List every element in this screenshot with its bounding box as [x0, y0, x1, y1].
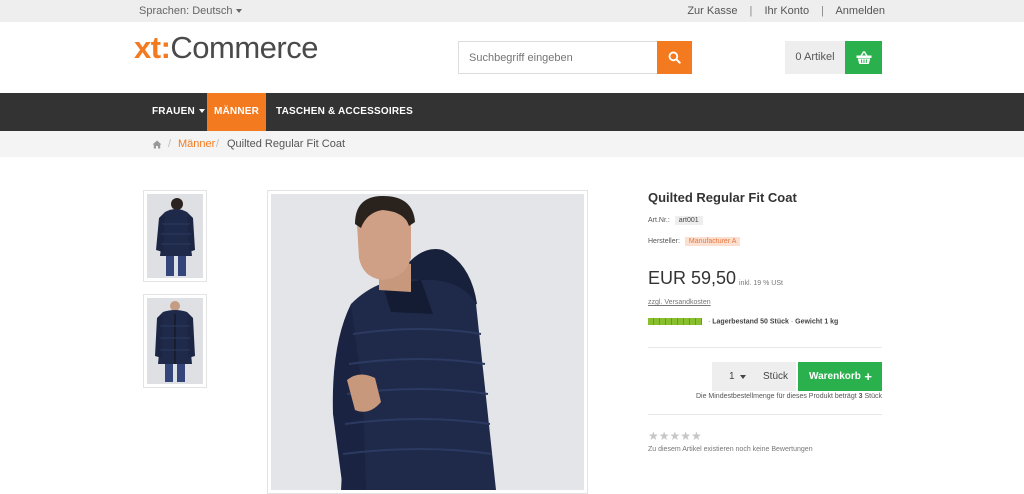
search-icon — [668, 51, 681, 64]
add-to-cart-label: Warenkorb — [809, 371, 861, 382]
logo-suffix: Commerce — [170, 30, 318, 65]
basket-icon — [856, 50, 871, 64]
min-order-suffix: Stück — [864, 393, 882, 400]
cart-count[interactable]: 0 Artikel — [785, 41, 845, 74]
add-to-cart-button[interactable]: Warenkorb + — [798, 362, 882, 391]
manufacturer-link[interactable]: Manufacturer A — [684, 237, 741, 246]
no-reviews-text: Zu diesem Artikel existieren noch keine … — [648, 446, 813, 453]
stock-level-bar — [648, 318, 702, 325]
search-button[interactable] — [657, 41, 692, 74]
plus-icon: + — [864, 369, 872, 384]
manufacturer-label: Hersteller: — [648, 238, 680, 245]
chevron-down-icon — [235, 9, 242, 14]
search-form — [458, 41, 692, 74]
min-order-value: 3 — [858, 393, 863, 400]
breadcrumb-current: Quilted Regular Fit Coat — [227, 138, 345, 150]
chevron-down-icon — [740, 375, 746, 379]
cart-button[interactable] — [845, 41, 882, 74]
quantity-select[interactable]: 1 Stück — [712, 362, 796, 391]
language-selector[interactable]: Sprachen: Deutsch — [139, 5, 242, 17]
bullet: · — [707, 318, 711, 326]
account-links: Zur Kasse | Ihr Konto | Anmelden — [687, 5, 885, 17]
nav-item-taschen-accessoires[interactable]: TASCHEN & ACCESSOIRES — [276, 93, 413, 131]
checkout-link[interactable]: Zur Kasse — [687, 5, 737, 17]
divider — [648, 414, 882, 415]
separator: | — [821, 5, 824, 17]
main-nav: FRAUEN MÄNNER TASCHEN & ACCESSOIRES — [0, 93, 1024, 131]
product-main-image[interactable] — [267, 190, 588, 494]
tax-note: inkl. 19 % USt — [739, 280, 783, 287]
search-input[interactable] — [458, 41, 658, 74]
language-label[interactable]: Sprachen: Deutsch — [139, 5, 233, 17]
product-thumbnail-back[interactable] — [143, 190, 207, 282]
breadcrumb-link-maenner[interactable]: Männer — [178, 131, 215, 157]
separator: | — [749, 5, 753, 17]
stock-text: Lagerbestand 50 Stück — [712, 318, 789, 326]
shipping-costs-link[interactable]: zzgl. Versandkosten — [648, 299, 711, 306]
top-bar: Sprachen: Deutsch Zur Kasse | Ihr Konto … — [0, 0, 1024, 22]
article-number: Art.Nr.: art001 — [648, 216, 703, 225]
nav-item-maenner[interactable]: MÄNNER — [207, 93, 266, 131]
nav-item-label: FRAUEN — [152, 106, 195, 117]
breadcrumb: / Männer / Quilted Regular Fit Coat — [0, 131, 1024, 157]
minimum-order-note: Die Mindestbestellmenge für dieses Produ… — [679, 393, 882, 400]
bullet: · — [790, 318, 794, 326]
site-header: xt:Commerce 0 Artikel — [0, 22, 1024, 93]
product-price: EUR 59,50 — [648, 268, 737, 288]
divider — [648, 347, 882, 348]
nav-item-frauen[interactable]: FRAUEN — [152, 93, 205, 131]
chevron-down-icon — [198, 109, 205, 114]
product-thumbnail-front[interactable] — [143, 294, 207, 388]
manufacturer: Hersteller: Manufacturer A — [648, 237, 741, 246]
stock-info: · Lagerbestand 50 Stück · Gewicht 1 kg — [648, 318, 838, 325]
quantity-unit: Stück — [763, 371, 789, 382]
article-number-value: art001 — [674, 216, 703, 225]
breadcrumb-separator: / — [216, 138, 220, 150]
coat-front-image — [147, 298, 203, 384]
rating-stars[interactable]: ★★★★★ — [648, 430, 702, 442]
product-title: Quilted Regular Fit Coat — [648, 190, 797, 205]
account-link[interactable]: Ihr Konto — [764, 5, 809, 17]
logo-prefix: xt: — [134, 30, 171, 65]
quantity-value: 1 — [729, 371, 735, 382]
login-link[interactable]: Anmelden — [835, 5, 885, 17]
coat-model-image — [271, 194, 584, 490]
weight-text: Gewicht 1 kg — [795, 318, 839, 326]
breadcrumb-separator: / — [168, 138, 172, 150]
min-order-prefix: Die Mindestbestellmenge für dieses Produ… — [695, 393, 857, 400]
coat-back-image — [147, 194, 203, 278]
home-icon[interactable] — [152, 140, 162, 149]
logo[interactable]: xt:Commerce — [134, 30, 318, 66]
article-number-label: Art.Nr.: — [648, 217, 670, 224]
